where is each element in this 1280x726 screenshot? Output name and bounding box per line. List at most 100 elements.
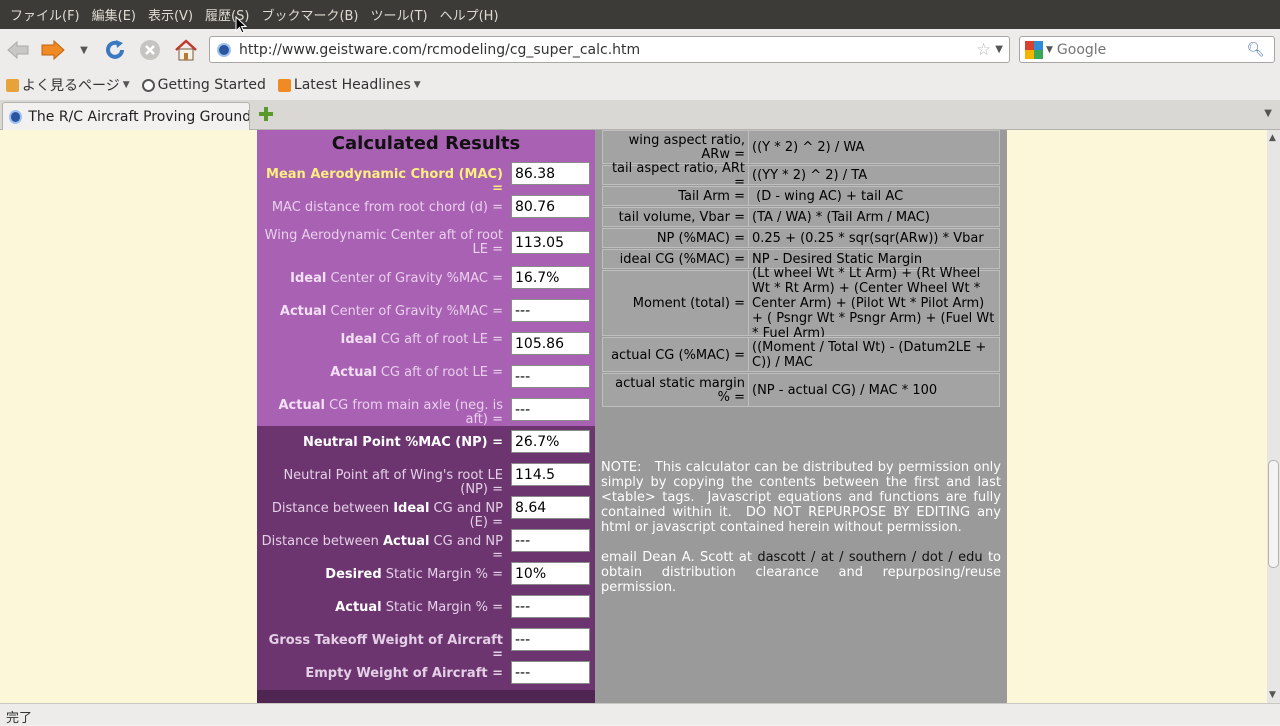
address-bar[interactable]: http://www.geistware.com/rcmodeling/cg_s… (209, 36, 1010, 63)
formula-row: Tail Arm = (D - wing AC) + tail AC (602, 186, 1000, 206)
result-field[interactable]: --- (511, 299, 590, 322)
menu-tools[interactable]: ツール(T) (365, 5, 434, 24)
formula-label: tail volume, Vbar = (603, 208, 749, 226)
forward-arrow-icon (41, 39, 65, 61)
search-input[interactable] (1056, 41, 1247, 58)
page-icon (141, 78, 155, 92)
result-field[interactable]: 8.64 (511, 496, 590, 519)
navigation-toolbar: ▼ http://www.geistware.com/rcmodeling/cg… (0, 29, 1280, 70)
formula-row: Moment (total) = (Lt wheel Wt * Lt Arm) … (602, 266, 1000, 341)
history-dropdown-icon[interactable]: ▼ (76, 37, 92, 63)
menu-view[interactable]: 表示(V) (142, 5, 199, 24)
scrollbar-thumb[interactable] (1268, 460, 1279, 568)
result-label: Desired Static Margin % = (325, 567, 503, 582)
google-engine-icon[interactable] (1025, 40, 1043, 59)
result-field[interactable]: 26.7% (511, 430, 590, 453)
menu-help[interactable]: ヘルプ(H) (434, 5, 505, 24)
formula-text: ((Moment / Total Wt) - (Datum2LE + C)) /… (752, 339, 987, 370)
stop-button[interactable] (137, 37, 163, 63)
mouse-cursor-icon (235, 16, 247, 34)
formula-row: tail volume, Vbar = (TA / WA) * (Tail Ar… (602, 207, 1000, 227)
reload-button[interactable] (102, 37, 128, 63)
result-label: Neutral Point aft of Wing's root LE (NP)… (283, 468, 503, 497)
result-label: MAC distance from root chord (d) = (271, 200, 503, 215)
scroll-down-icon[interactable]: ▼ (1269, 690, 1276, 700)
status-bar: 完了 (0, 703, 1280, 726)
bookmark-latest-headlines[interactable]: Latest Headlines ▼ (277, 77, 421, 93)
result-label: Distance between Ideal CG and NP (E) = (271, 501, 503, 530)
email-address: dascott / at / southern / dot / edu (757, 550, 983, 565)
result-field[interactable]: 113.05 (511, 231, 590, 254)
result-field[interactable]: 105.86 (511, 332, 590, 355)
url-text[interactable]: http://www.geistware.com/rcmodeling/cg_s… (239, 42, 976, 58)
chevron-down-icon: ▼ (413, 80, 421, 90)
page-scrollbar[interactable]: ▲ ▼ (1267, 130, 1280, 703)
menubar: ファイル(F) 編集(E) 表示(V) 履歴(S) ブックマーク(B) ツール(… (0, 0, 1280, 29)
formula-label: NP (%MAC) = (603, 229, 749, 247)
new-tab-button[interactable] (258, 106, 274, 122)
formula-row: tail aspect ratio, ARt = ((YY * 2) ^ 2) … (602, 162, 1000, 190)
bookmark-star-icon[interactable]: ☆ (976, 40, 991, 60)
note-contact: email Dean A. Scott at dascott / at / so… (601, 550, 1001, 595)
result-field[interactable]: 10% (511, 562, 590, 585)
formula-text: 0.25 + (0.25 * sqr(sqr(ARw)) * Vbar (752, 230, 984, 246)
rss-icon (277, 78, 291, 92)
bookmark-getting-started[interactable]: Getting Started (141, 77, 266, 93)
menu-bookmarks[interactable]: ブックマーク(B) (255, 5, 364, 24)
bookmark-label: よく見るページ (22, 78, 120, 94)
result-field[interactable]: --- (511, 628, 590, 651)
results-title: Calculated Results (331, 133, 521, 154)
tab-list-dropdown-icon[interactable]: ▼ (1264, 108, 1272, 119)
result-label: Ideal CG aft of root LE = (340, 332, 503, 347)
menu-file[interactable]: ファイル(F) (4, 5, 86, 24)
result-label: Actual Static Margin % = (335, 600, 503, 615)
result-field[interactable]: --- (511, 661, 590, 684)
menu-edit[interactable]: 編集(E) (86, 5, 142, 24)
result-row-actual-cg-np-distance: Distance between Actual CG and NP = --- (257, 529, 595, 563)
result-row-mac: Mean Aerodynamic Chord (MAC) = 86.38 (257, 160, 595, 196)
tab-title: The R/C Aircraft Proving Ground... (28, 108, 249, 125)
result-field[interactable]: 114.5 (511, 463, 590, 486)
url-dropdown-icon[interactable]: ▼ (995, 44, 1003, 55)
result-field[interactable]: 16.7% (511, 266, 590, 289)
forward-button[interactable] (38, 37, 68, 63)
formula-row: actual CG (%MAC) = ((Moment / Total Wt) … (602, 337, 1000, 372)
scroll-up-icon[interactable]: ▲ (1269, 133, 1276, 143)
result-label: Gross Takeoff Weight of Aircraft = (268, 633, 503, 662)
result-label: Wing Aerodynamic Center aft of root LE = (264, 228, 503, 257)
search-box[interactable]: ▼ 🔍︎ (1019, 36, 1275, 63)
home-icon (175, 39, 197, 61)
result-row-gross-weight: Gross Takeoff Weight of Aircraft = --- (257, 628, 595, 662)
result-label: Actual CG aft of root LE = (330, 365, 503, 380)
result-label: Empty Weight of Aircraft = (305, 666, 503, 681)
result-field[interactable]: --- (511, 398, 590, 421)
result-row-ideal-cg-np-distance: Distance between Ideal CG and NP (E) = 8… (257, 496, 595, 530)
tab-active[interactable]: The R/C Aircraft Proving Ground... (2, 102, 250, 130)
result-row-ideal-cg-aft: Ideal CG aft of root LE = 105.86 (257, 331, 595, 364)
formula-row: wing aspect ratio, ARw = ((Y * 2) ^ 2) /… (602, 130, 1000, 164)
result-field[interactable]: --- (511, 595, 590, 618)
search-icon[interactable]: 🔍︎ (1247, 42, 1265, 58)
result-field[interactable]: --- (511, 365, 590, 388)
back-arrow-icon (7, 40, 29, 60)
result-row-neutral-point-mac: Neutral Point %MAC (NP) = 26.7% (257, 430, 595, 463)
result-row-desired-static-margin: Desired Static Margin % = 10% (257, 562, 595, 595)
formula-label: Moment (total) = (603, 271, 749, 335)
formula-text: (NP - actual CG) / MAC * 100 (752, 382, 938, 398)
back-button[interactable] (4, 37, 32, 63)
result-row-empty-weight: Empty Weight of Aircraft = --- (257, 661, 595, 694)
result-row-actual-cg-aft: Actual CG aft of root LE = --- (257, 364, 595, 397)
result-row-neutral-point-aft: Neutral Point aft of Wing's root LE (NP)… (257, 463, 595, 497)
bookmark-most-visited[interactable]: よく見るページ ▼ (6, 75, 130, 95)
stop-icon (140, 40, 160, 60)
distribution-note: NOTE: This calculator can be distributed… (601, 460, 1001, 595)
search-engine-dropdown-icon[interactable]: ▼ (1046, 45, 1053, 55)
formula-label: ideal CG (%MAC) = (603, 250, 749, 268)
result-field[interactable]: --- (511, 529, 590, 552)
result-field[interactable]: 86.38 (511, 162, 590, 185)
formula-label: tail aspect ratio, ARt = (603, 162, 749, 190)
folder-icon (6, 78, 19, 92)
home-button[interactable] (172, 37, 200, 63)
result-field[interactable]: 80.76 (511, 195, 590, 218)
formula-label: Tail Arm = (603, 187, 749, 205)
